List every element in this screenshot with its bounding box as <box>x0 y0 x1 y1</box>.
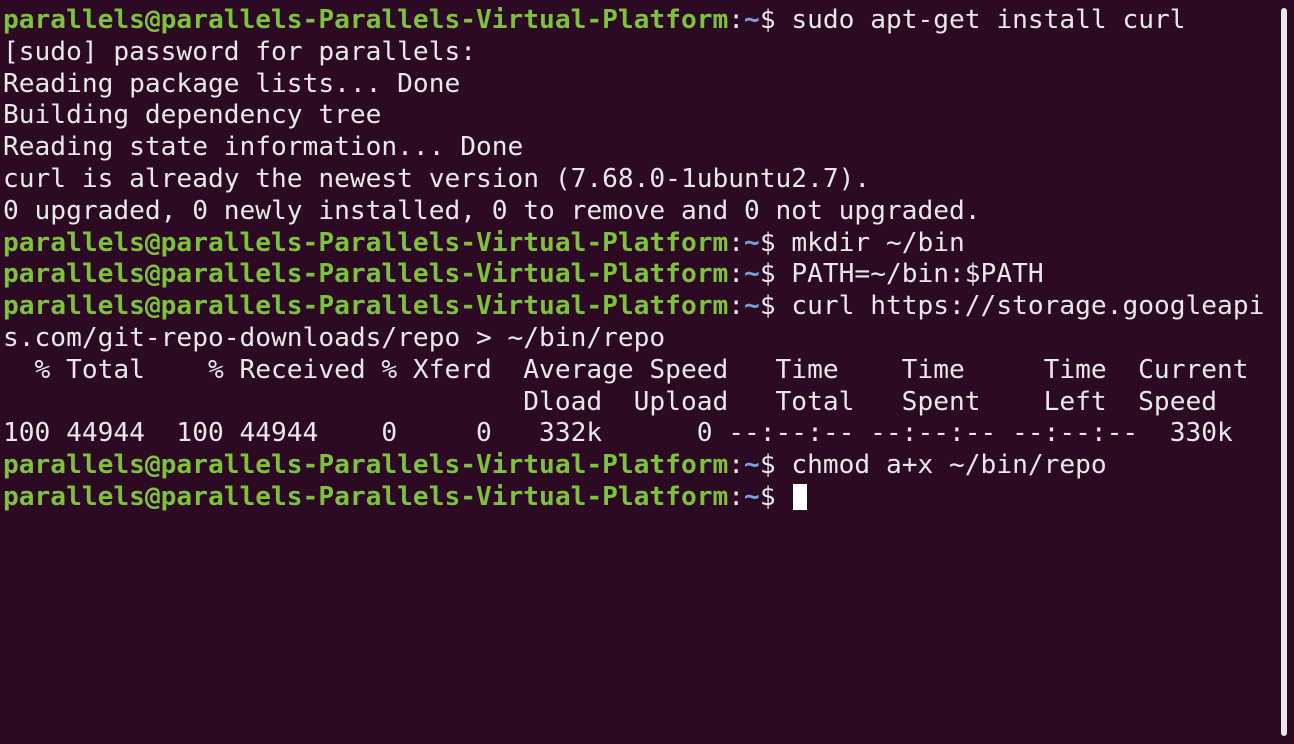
prompt-user-host: parallels@parallels-Parallels-Virtual-Pl… <box>3 481 729 512</box>
terminal-line-13: Dload Upload Total Spent Left Speed <box>3 386 1217 417</box>
prompt-symbol: $ <box>759 5 792 35</box>
command-text: PATH=~/bin:$PATH <box>791 259 1044 290</box>
terminal-line-2: [sudo] password for parallels: <box>3 36 476 67</box>
prompt-separator: : <box>728 291 745 322</box>
terminal-line-12: % Total % Received % Xferd Average Speed… <box>3 354 1249 385</box>
command-text: mkdir ~/bin <box>791 227 965 258</box>
command-text: sudo apt-get install curl <box>791 5 1186 35</box>
prompt-separator: : <box>728 227 745 258</box>
prompt-separator: : <box>728 5 745 35</box>
command-text: curl https://storage.googleapi <box>791 291 1265 322</box>
prompt-symbol: $ <box>759 259 792 290</box>
prompt-user-host: parallels@parallels-Parallels-Virtual-Pl… <box>3 291 729 322</box>
terminal-line-8: parallels@parallels-Parallels-Virtual-Pl… <box>3 228 1275 260</box>
text-cursor <box>793 483 808 510</box>
prompt-path: ~ <box>744 5 760 35</box>
prompt-user-host: parallels@parallels-Parallels-Virtual-Pl… <box>3 227 729 258</box>
terminal-line-15: parallels@parallels-Parallels-Virtual-Pl… <box>3 450 1275 482</box>
prompt-symbol: $ <box>759 227 792 258</box>
terminal-line-3: Reading package lists... Done <box>3 68 461 99</box>
prompt-symbol: $ <box>759 450 792 481</box>
terminal-window[interactable]: parallels@parallels-Parallels-Virtual-Pl… <box>0 0 1294 744</box>
terminal-line-11: s.com/git-repo-downloads/repo > ~/bin/re… <box>3 322 666 353</box>
prompt-separator: : <box>728 481 745 512</box>
prompt-path: ~ <box>744 227 760 258</box>
terminal-line-1: parallels@parallels-Parallels-Virtual-Pl… <box>3 5 1275 37</box>
prompt-user-host: parallels@parallels-Parallels-Virtual-Pl… <box>3 5 729 35</box>
prompt-symbol: $ <box>759 481 792 512</box>
prompt-path: ~ <box>744 259 760 290</box>
prompt-user-host: parallels@parallels-Parallels-Virtual-Pl… <box>3 450 729 481</box>
terminal-line-6: curl is already the newest version (7.68… <box>3 163 871 194</box>
terminal-line-10: parallels@parallels-Parallels-Virtual-Pl… <box>3 291 1275 323</box>
scrollbar-thumb[interactable] <box>1281 8 1287 736</box>
prompt-user-host: parallels@parallels-Parallels-Virtual-Pl… <box>3 259 729 290</box>
prompt-path: ~ <box>744 450 760 481</box>
prompt-separator: : <box>728 259 745 290</box>
prompt-path: ~ <box>744 291 760 322</box>
terminal-line-9: parallels@parallels-Parallels-Virtual-Pl… <box>3 259 1275 291</box>
prompt-path: ~ <box>744 481 760 512</box>
terminal-line-16[interactable]: parallels@parallels-Parallels-Virtual-Pl… <box>3 482 1275 514</box>
command-text: chmod a+x ~/bin/repo <box>791 450 1107 481</box>
terminal-line-14: 100 44944 100 44944 0 0 332k 0 --:--:-- … <box>3 418 1233 449</box>
terminal-line-7: 0 upgraded, 0 newly installed, 0 to remo… <box>3 195 981 226</box>
prompt-separator: : <box>728 450 745 481</box>
terminal-line-5: Reading state information... Done <box>3 132 524 163</box>
vertical-scrollbar[interactable] <box>1278 0 1290 744</box>
terminal-output-area[interactable]: parallels@parallels-Parallels-Virtual-Pl… <box>3 5 1275 744</box>
terminal-line-4: Building dependency tree <box>3 100 382 131</box>
prompt-symbol: $ <box>759 291 792 322</box>
